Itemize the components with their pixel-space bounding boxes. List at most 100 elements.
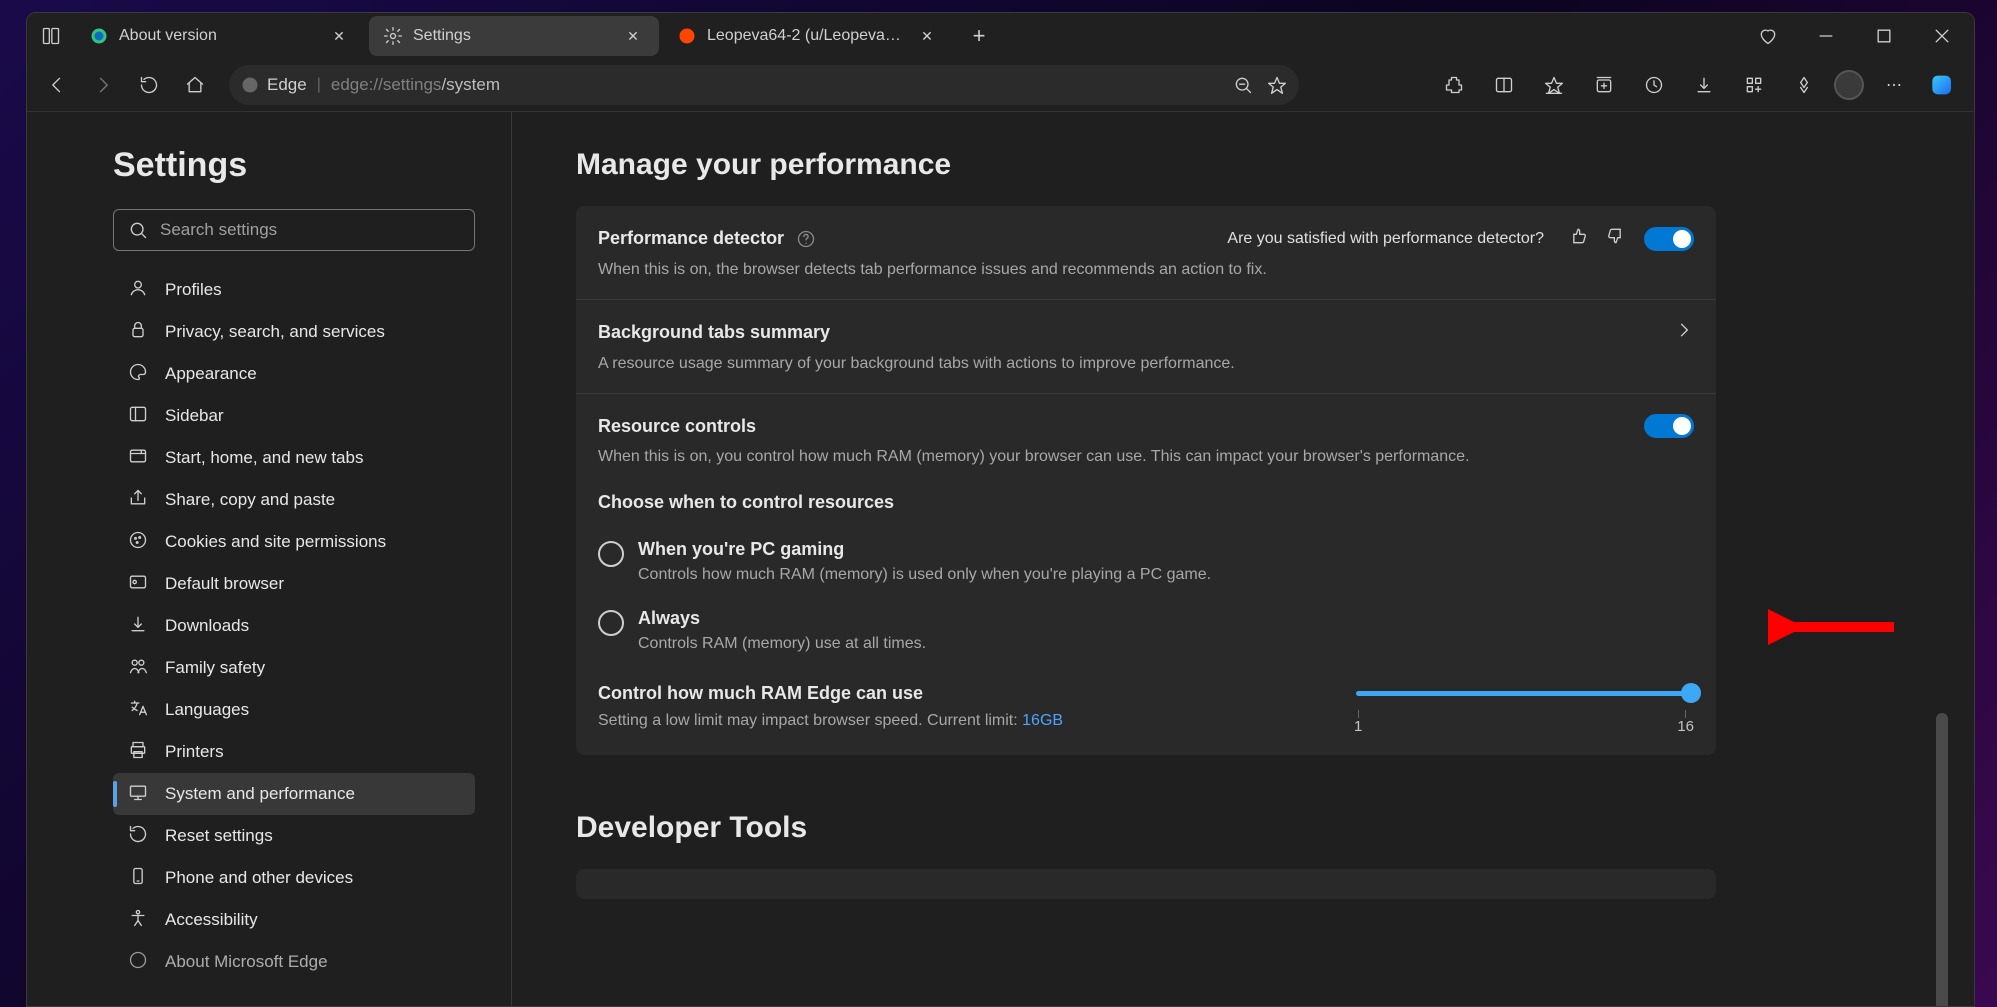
workspaces-button[interactable] [31,16,71,56]
tab-strip: About version ✕ Settings ✕ Leopeva64-2 (… [75,16,953,56]
settings-sidebar: Settings Profiles Privacy, search, and s… [27,112,512,1006]
help-icon[interactable] [796,229,816,249]
forward-button[interactable] [83,67,123,103]
nav-downloads[interactable]: Downloads [113,605,475,647]
close-icon[interactable]: ✕ [621,28,645,45]
nav-appearance[interactable]: Appearance [113,353,475,395]
nav-printers[interactable]: Printers [113,731,475,773]
browser-essentials-button[interactable] [1784,67,1824,103]
slider-min: 1 [1354,718,1362,735]
thumbs-down-icon[interactable] [1606,226,1626,251]
thumbs-up-icon[interactable] [1568,226,1588,251]
nav-cookies[interactable]: Cookies and site permissions [113,521,475,563]
new-tab-button[interactable]: + [959,16,999,56]
resource-controls-toggle[interactable] [1644,414,1694,438]
settings-title: Settings [113,146,475,185]
donate-icon[interactable] [1740,16,1796,56]
nav-default-browser[interactable]: Default browser [113,563,475,605]
tab-reddit[interactable]: Leopeva64-2 (u/Leopeva64-2) - R ✕ [663,16,953,56]
history-button[interactable] [1634,67,1674,103]
ram-current-limit: 16GB [1022,712,1063,729]
reload-button[interactable] [129,67,169,103]
nav-profiles[interactable]: Profiles [113,269,475,311]
split-screen-button[interactable] [1484,67,1524,103]
dev-tools-card [576,869,1716,899]
more-button[interactable]: ⋯ [1874,67,1914,103]
bg-tabs-title: Background tabs summary [598,322,830,343]
radio-pc-gaming[interactable]: When you're PC gaming Controls how much … [598,529,1694,598]
radio-icon [598,610,624,636]
favorite-star-icon[interactable] [1267,75,1287,95]
separator: | [317,76,321,94]
toolbar: Edge | edge://settings/system ⋯ [27,59,1974,111]
row-bg-tabs[interactable]: Background tabs summary A resource usage… [576,300,1716,394]
workspaces-icon [41,26,61,46]
back-button[interactable] [37,67,77,103]
ram-slider-desc: Setting a low limit may impact browser s… [598,712,1294,730]
url-text: edge://settings/system [331,75,500,95]
ram-slider[interactable] [1356,691,1692,696]
maximize-button[interactable] [1856,16,1912,56]
close-button[interactable] [1914,16,1970,56]
bg-tabs-desc: A resource usage summary of your backgro… [598,355,1694,373]
radio-desc: Controls how much RAM (memory) is used o… [638,566,1211,584]
copilot-button[interactable] [1924,65,1964,105]
perf-detector-desc: When this is on, the browser detects tab… [598,261,1694,279]
radio-label: Always [638,608,926,629]
settings-main: Manage your performance Performance dete… [512,112,1974,1006]
home-button[interactable] [175,67,215,103]
resource-desc: When this is on, you control how much RA… [598,448,1694,466]
row-performance-detector: Performance detector Are you satisfied w… [576,206,1716,300]
edge-icon [241,76,259,94]
content: Settings Profiles Privacy, search, and s… [27,111,1974,1006]
scrollbar[interactable] [1934,213,1948,973]
annotation-arrow [1768,605,1898,649]
tab-settings[interactable]: Settings ✕ [369,16,659,56]
close-icon[interactable]: ✕ [327,28,351,45]
title-bar: About version ✕ Settings ✕ Leopeva64-2 (… [27,13,1974,59]
nav-system-performance[interactable]: System and performance [113,773,475,815]
resource-title: Resource controls [598,416,756,437]
nav-share[interactable]: Share, copy and paste [113,479,475,521]
search-icon [128,220,148,240]
slider-max: 16 [1677,718,1694,735]
edge-icon [89,26,109,46]
settings-nav: Profiles Privacy, search, and services A… [113,269,475,983]
scrollbar-thumb[interactable] [1936,713,1948,1007]
nav-accessibility[interactable]: Accessibility [113,899,475,941]
window-controls [1740,16,1970,56]
radio-desc: Controls RAM (memory) use at all times. [638,635,926,653]
close-icon[interactable]: ✕ [915,28,939,45]
site-identity: Edge [241,75,307,95]
nav-privacy[interactable]: Privacy, search, and services [113,311,475,353]
nav-sidebar[interactable]: Sidebar [113,395,475,437]
tab-about-version[interactable]: About version ✕ [75,16,365,56]
nav-family[interactable]: Family safety [113,647,475,689]
nav-languages[interactable]: Languages [113,689,475,731]
tab-title: Settings [413,27,611,45]
zoom-icon[interactable] [1233,75,1253,95]
feedback-question: Are you satisfied with performance detec… [1227,230,1544,248]
address-bar[interactable]: Edge | edge://settings/system [229,65,1299,105]
radio-label: When you're PC gaming [638,539,1211,560]
profile-avatar[interactable] [1834,70,1864,100]
downloads-button[interactable] [1684,67,1724,103]
tab-title: Leopeva64-2 (u/Leopeva64-2) - R [707,27,905,45]
slider-thumb[interactable] [1681,683,1701,703]
nav-about[interactable]: About Microsoft Edge [113,941,475,983]
apps-button[interactable] [1734,67,1774,103]
perf-detector-toggle[interactable] [1644,227,1694,251]
browser-window: About version ✕ Settings ✕ Leopeva64-2 (… [26,12,1975,1007]
settings-search[interactable] [113,209,475,251]
favorites-button[interactable] [1534,67,1574,103]
nav-phone[interactable]: Phone and other devices [113,857,475,899]
extensions-button[interactable] [1434,67,1474,103]
nav-reset[interactable]: Reset settings [113,815,475,857]
minimize-button[interactable] [1798,16,1854,56]
search-input[interactable] [160,220,460,240]
nav-start[interactable]: Start, home, and new tabs [113,437,475,479]
site-chip-label: Edge [267,75,307,95]
tab-title: About version [119,27,317,45]
collections-button[interactable] [1584,67,1624,103]
radio-always[interactable]: Always Controls RAM (memory) use at all … [598,598,1694,667]
